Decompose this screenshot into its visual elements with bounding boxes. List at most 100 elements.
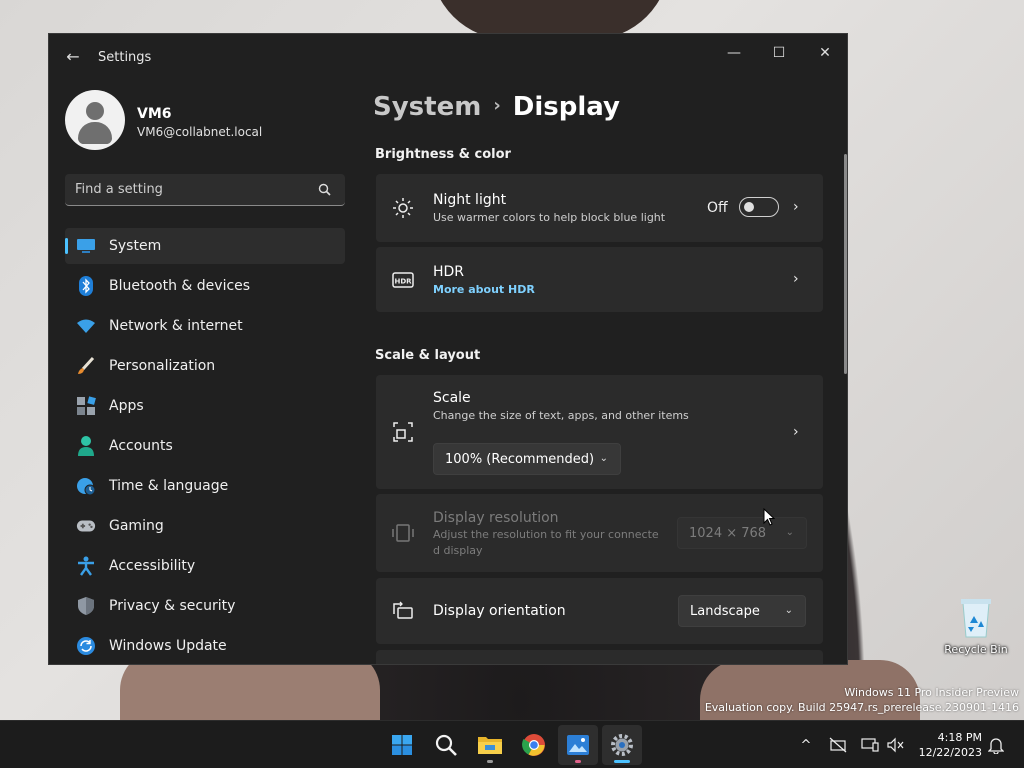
hdr-icon: HDR — [392, 272, 414, 288]
svg-text:HDR: HDR — [394, 278, 412, 286]
active-indicator — [614, 760, 630, 763]
sidebar-item-bluetooth[interactable]: Bluetooth & devices — [65, 268, 345, 304]
taskbar-settings[interactable] — [602, 725, 642, 765]
search-icon[interactable] — [317, 182, 333, 198]
sidebar-item-network[interactable]: Network & internet — [65, 308, 345, 344]
back-button[interactable]: ← — [63, 46, 83, 68]
section-title-brightness: Brightness & color — [375, 147, 511, 162]
sidebar-item-system[interactable]: System — [65, 228, 345, 264]
chevron-down-icon: ⌄ — [785, 527, 794, 538]
running-indicator — [575, 760, 581, 763]
sidebar-item-label: System — [109, 238, 162, 254]
sidebar-item-time-language[interactable]: Time & language — [65, 468, 345, 504]
maximize-button[interactable]: ☐ — [759, 38, 799, 68]
chevron-down-icon: ⌄ — [599, 453, 608, 464]
resolution-dropdown: 1024 × 768 ⌄ — [677, 517, 807, 549]
display-resolution-title: Display resolution — [433, 510, 559, 526]
night-light-title: Night light — [433, 192, 507, 208]
watermark-line-2: Evaluation copy. Build 25947.rs_prerelea… — [704, 701, 1019, 714]
orientation-icon — [393, 601, 413, 619]
taskbar-file-explorer[interactable] — [470, 725, 510, 765]
sidebar-item-label: Windows Update — [109, 638, 227, 654]
sidebar-item-personalization[interactable]: Personalization — [65, 348, 345, 384]
bluetooth-icon — [76, 276, 96, 296]
recycle-bin-label: Recycle Bin — [944, 643, 1008, 656]
file-explorer-icon — [478, 737, 502, 754]
start-button[interactable] — [382, 725, 422, 765]
sidebar-item-gaming[interactable]: Gaming — [65, 508, 345, 544]
scale-title: Scale — [433, 390, 471, 406]
display-orientation-card[interactable]: Display orientation Landscape ⌄ — [376, 578, 823, 644]
tray-overflow-chevron-icon[interactable]: ^ — [796, 735, 816, 755]
hdr-title: HDR — [433, 264, 465, 280]
sidebar-item-label: Bluetooth & devices — [109, 278, 251, 294]
chevron-right-icon: › — [793, 271, 799, 287]
resolution-dropdown-value: 1024 × 768 — [689, 525, 767, 541]
search-icon — [435, 734, 457, 756]
sidebar-item-label: Apps — [109, 398, 144, 414]
scale-dropdown[interactable]: 100% (Recommended) ⌄ — [433, 443, 621, 475]
sidebar-item-windows-update[interactable]: Windows Update — [65, 628, 345, 664]
breadcrumb: System › Display — [373, 92, 620, 122]
recycle-bin[interactable]: Recycle Bin — [942, 595, 1010, 656]
content-scrollbar[interactable] — [844, 154, 847, 374]
avatar-head — [86, 102, 104, 120]
display-resolution-subtitle-1: Adjust the resolution to fit your connec… — [433, 528, 659, 541]
taskbar-clock[interactable]: 4:18 PM 12/22/2023 — [918, 730, 982, 760]
tray-volume-muted-icon[interactable] — [886, 735, 906, 755]
close-button[interactable]: ✕ — [805, 38, 845, 68]
sidebar-item-accessibility[interactable]: Accessibility — [65, 548, 345, 584]
update-icon — [76, 636, 96, 656]
clock-time: 4:18 PM — [937, 731, 982, 744]
sidebar-item-label: Accounts — [109, 438, 173, 454]
person-icon — [76, 436, 96, 456]
scale-dropdown-value: 100% (Recommended) — [445, 451, 595, 467]
display-resolution-subtitle-2: d display — [433, 544, 483, 557]
brightness-icon — [393, 198, 413, 218]
hdr-card[interactable]: HDR HDR More about HDR › — [376, 247, 823, 312]
taskbar-photos[interactable] — [558, 725, 598, 765]
globe-clock-icon — [76, 476, 96, 496]
night-light-card[interactable]: Night light Use warmer colors to help bl… — [376, 174, 823, 242]
apps-icon — [76, 396, 96, 416]
display-resolution-card: Display resolution Adjust the resolution… — [376, 494, 823, 572]
taskbar-chrome[interactable] — [514, 725, 554, 765]
mouse-cursor-icon — [763, 508, 775, 526]
sidebar-item-accounts[interactable]: Accounts — [65, 428, 345, 464]
night-light-toggle-text: Off — [707, 200, 728, 216]
breadcrumb-parent[interactable]: System — [373, 92, 481, 122]
page-title: Display — [512, 92, 620, 122]
tray-network-off-icon[interactable] — [828, 735, 848, 755]
chevron-right-icon: › — [793, 424, 799, 440]
orientation-dropdown[interactable]: Landscape ⌄ — [678, 595, 806, 627]
taskbar-search-button[interactable] — [426, 725, 466, 765]
next-card-partial[interactable] — [376, 650, 823, 664]
taskbar: ^ 4:18 PM 12/22/2023 — [0, 720, 1024, 768]
chevron-down-icon: ⌄ — [784, 605, 793, 616]
settings-window: ← Settings — ☐ ✕ VM6 VM6@collabnet.local… — [48, 33, 848, 665]
sidebar-item-apps[interactable]: Apps — [65, 388, 345, 424]
hdr-learn-more-link[interactable]: More about HDR — [433, 283, 535, 296]
breadcrumb-separator: › — [493, 95, 501, 116]
sidebar-nav: System Bluetooth & devices Network & int… — [65, 228, 345, 664]
chrome-icon — [522, 734, 545, 756]
avatar[interactable] — [65, 90, 125, 150]
scale-icon — [393, 422, 413, 442]
scale-subtitle: Change the size of text, apps, and other… — [433, 409, 689, 422]
watermark-line-1: Windows 11 Pro Insider Preview — [844, 686, 1019, 699]
avatar-body — [78, 122, 112, 144]
recycle-bin-icon — [961, 599, 991, 638]
start-icon — [392, 735, 412, 755]
chevron-right-icon: › — [793, 199, 799, 215]
tray-display-icon[interactable] — [860, 735, 880, 755]
resolution-icon — [392, 524, 414, 542]
clock-date: 12/22/2023 — [918, 746, 982, 759]
night-light-toggle[interactable] — [739, 197, 779, 217]
sidebar-item-label: Privacy & security — [109, 598, 236, 614]
notification-bell-icon[interactable] — [986, 735, 1006, 755]
sidebar-item-label: Time & language — [109, 478, 229, 494]
minimize-button[interactable]: — — [714, 38, 754, 68]
scale-card[interactable]: Scale Change the size of text, apps, and… — [376, 375, 823, 489]
sidebar-item-privacy-security[interactable]: Privacy & security — [65, 588, 345, 624]
search-input[interactable] — [65, 174, 345, 206]
